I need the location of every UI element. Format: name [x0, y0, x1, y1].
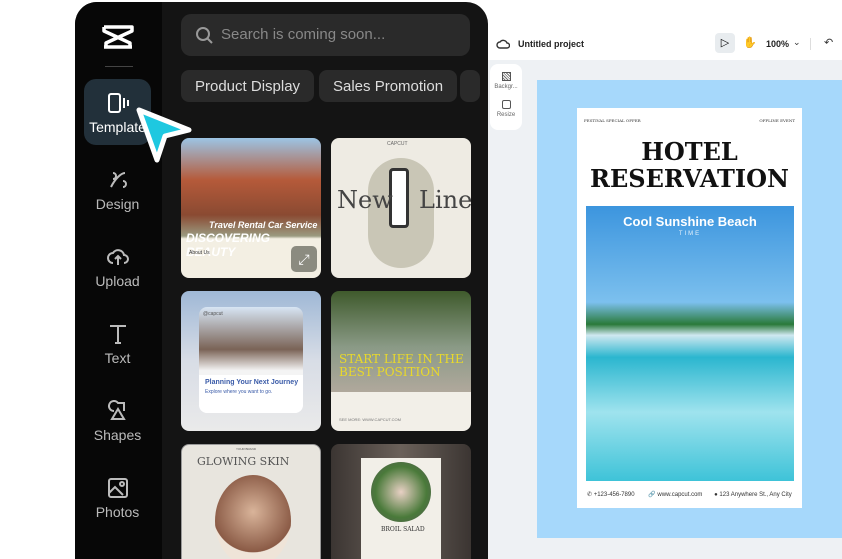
undo-icon[interactable]: ↶	[824, 36, 833, 49]
design-icon	[109, 172, 127, 188]
sidebar-item-photos[interactable]: Photos	[84, 464, 151, 530]
hand-tool-icon[interactable]: ✋	[743, 36, 757, 49]
capcut-logo-icon	[102, 25, 134, 49]
template-card[interactable]: BROIL SALAD	[331, 444, 471, 559]
chevron-down-icon[interactable]: ⌄	[793, 37, 801, 48]
zoom-level[interactable]: 100%	[766, 39, 789, 49]
chip-sales-promotion[interactable]: Sales Promotion	[319, 70, 458, 102]
poster-photo: Cool Sunshine Beach TIME	[586, 206, 794, 481]
background-tool[interactable]: Backgr...	[490, 64, 522, 90]
cloud-icon[interactable]	[496, 38, 510, 50]
template-card[interactable]: New Line CAPCUT	[331, 138, 471, 278]
sidebar-item-upload[interactable]: Upload	[84, 233, 151, 299]
divider	[810, 38, 811, 50]
resize-tool[interactable]: Resize	[490, 90, 522, 118]
search-input[interactable]: Search is coming soon...	[181, 14, 470, 56]
search-icon	[196, 27, 213, 44]
resize-icon	[501, 100, 511, 109]
link-icon: 🔗	[648, 492, 656, 498]
poster-canvas[interactable]: FESTIVAL SPECIAL OFFER OFFLINE EVENT HOT…	[577, 108, 802, 508]
template-icon	[107, 93, 129, 113]
background-icon	[501, 72, 511, 81]
side-tools: Backgr... Resize	[490, 64, 522, 130]
location-icon: ●	[714, 492, 718, 498]
sidebar: Template Design Upload Text Shapes Photo…	[75, 2, 162, 559]
poster-contacts: ✆ +123-456-7890 🔗 www.capcut.com ● 123 A…	[587, 492, 792, 498]
shapes-icon	[107, 400, 126, 420]
upload-icon	[106, 249, 129, 265]
photos-icon	[107, 478, 128, 498]
template-card[interactable]: @capcut Planning Your Next Journey Explo…	[181, 291, 321, 431]
expand-icon[interactable]: ⤢	[291, 246, 317, 272]
text-icon	[109, 325, 126, 344]
editor: Untitled project ▷ ✋ 100% ⌄ ↶ Backgr... …	[488, 0, 842, 559]
template-card[interactable]: START LIFE IN THE BEST POSITION SEE MORE…	[331, 291, 471, 431]
project-title[interactable]: Untitled project	[518, 39, 584, 49]
template-card[interactable]: YOUR BRAND GLOWING SKIN	[181, 444, 321, 559]
templates-panel: Template Design Upload Text Shapes Photo…	[75, 2, 488, 559]
cursor-pointer-icon	[136, 107, 192, 163]
chip-product-display[interactable]: Product Display	[181, 70, 315, 102]
chip-more[interactable]	[460, 70, 480, 102]
divider	[105, 66, 133, 67]
poster-title: HOTEL RESERVATION	[590, 137, 789, 193]
select-tool-button[interactable]: ▷	[715, 33, 735, 53]
template-card[interactable]: Travel Rental Car Service DISCOVERING BE…	[181, 138, 321, 278]
sidebar-item-text[interactable]: Text	[84, 310, 151, 376]
phone-icon: ✆	[587, 492, 593, 498]
sidebar-item-shapes[interactable]: Shapes	[84, 387, 151, 453]
editor-header: Untitled project ▷ ✋ 100% ⌄ ↶	[488, 0, 842, 60]
